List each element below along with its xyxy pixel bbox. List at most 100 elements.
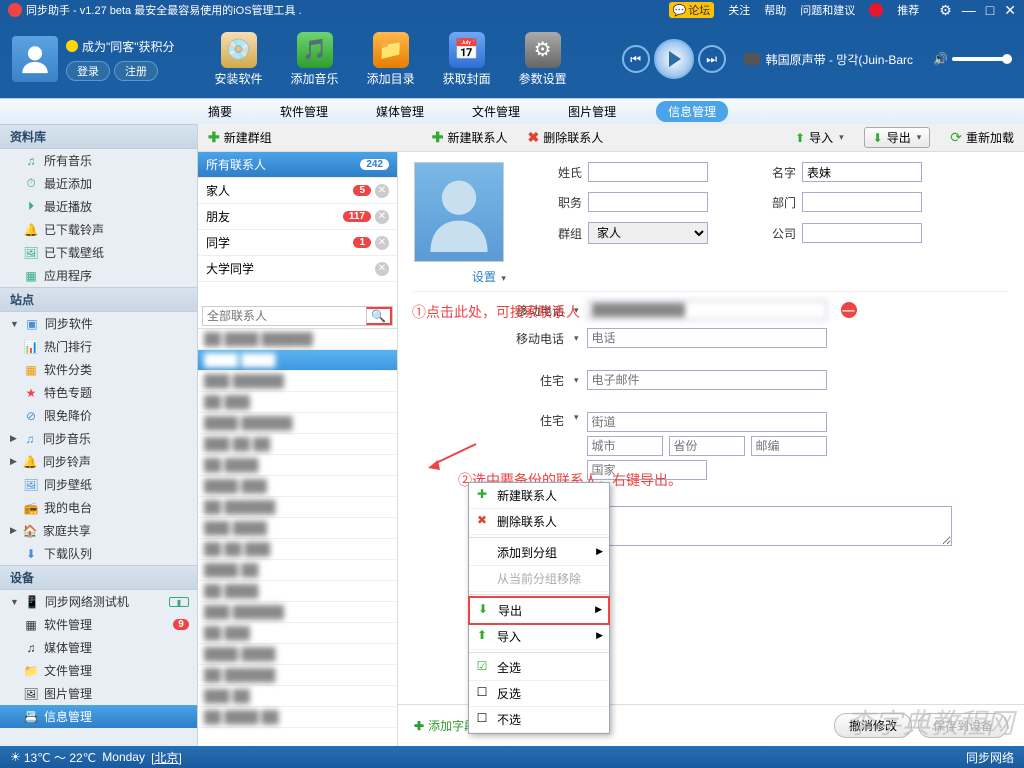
city-link[interactable]: [北京] [151, 749, 182, 766]
get-cover-button[interactable]: 📅获取封面 [443, 32, 491, 87]
sidebar-item-syncring[interactable]: ▶🔔同步铃声 [0, 450, 197, 473]
list-item[interactable]: ██ ███ [198, 392, 397, 413]
surname-input[interactable] [588, 162, 708, 182]
search-button[interactable]: 🔍 [366, 307, 392, 325]
sidebar-item-special[interactable]: ★特色专题 [0, 381, 197, 404]
list-item[interactable]: ██ ████ ██████ [198, 329, 397, 350]
recommend-link[interactable]: 推荐 [897, 2, 919, 18]
delete-group-icon[interactable]: ✕ [375, 236, 389, 250]
new-contact-button[interactable]: ✚新建联系人 [432, 129, 508, 146]
list-item[interactable]: ████ ███ [198, 476, 397, 497]
login-button[interactable]: 登录 [66, 61, 110, 81]
volume-icon[interactable]: 🔊 [933, 52, 948, 66]
list-item[interactable]: ███ ██ ██ [198, 434, 397, 455]
list-item[interactable]: ███ ██████ [198, 602, 397, 623]
ctx-select-all[interactable]: ☑全选 [469, 655, 609, 681]
sidebar-item-hot[interactable]: 📊热门排行 [0, 335, 197, 358]
group-select[interactable]: 家人 [588, 222, 708, 244]
ctx-select-invert[interactable]: ☐反选 [469, 681, 609, 707]
ctx-export[interactable]: ⬇导出▶ [468, 596, 610, 625]
email-input[interactable] [587, 370, 827, 390]
follow-link[interactable]: 关注 [728, 2, 750, 18]
tab-picture[interactable]: 图片管理 [560, 101, 624, 122]
sidebar-item-device[interactable]: ▼📱同步网络测试机▮ [0, 590, 197, 613]
list-item[interactable]: ██ ███ [198, 623, 397, 644]
prev-track-button[interactable]: ⏮ [622, 45, 650, 73]
group-college[interactable]: 大学同学✕ [198, 256, 397, 282]
list-item[interactable]: ██ ████ [198, 455, 397, 476]
sidebar-item-dlqueue[interactable]: ⬇下载队列 [0, 542, 197, 565]
config-icon[interactable]: ⚙ [939, 2, 952, 19]
delete-contact-button[interactable]: ✖删除联系人 [528, 129, 604, 146]
mobile1-input[interactable] [587, 300, 827, 320]
add-directory-button[interactable]: 📁添加目录 [367, 32, 415, 87]
ctx-delete-contact[interactable]: ✖删除联系人 [469, 509, 609, 535]
sidebar-item-dev-file[interactable]: 📁文件管理 [0, 659, 197, 682]
settings-button[interactable]: ⚙参数设置 [519, 32, 567, 87]
contact-list[interactable]: ██ ████ ██████ ████ ████ ███ ██████ ██ █… [198, 328, 397, 746]
list-item[interactable]: ███ ██████ [198, 371, 397, 392]
cancel-button[interactable]: 撤消修改 [834, 713, 912, 738]
list-item[interactable]: ██ ██████ [198, 497, 397, 518]
reload-button[interactable]: ⟳重新加载 [950, 129, 1014, 146]
group-family[interactable]: 家人5✕ [198, 178, 397, 204]
sidebar-item-dev-pic[interactable]: 🖼图片管理 [0, 682, 197, 705]
list-item[interactable]: ██ ██ ███ [198, 539, 397, 560]
delete-group-icon[interactable]: ✕ [375, 262, 389, 276]
dept-input[interactable] [802, 192, 922, 212]
group-classmate[interactable]: 同学1✕ [198, 230, 397, 256]
sidebar-item-share[interactable]: ▶🏠家庭共享 [0, 519, 197, 542]
sidebar-item-allmusic[interactable]: ♫所有音乐 [0, 149, 197, 172]
install-software-button[interactable]: 💿安装软件 [215, 32, 263, 87]
country-input[interactable] [587, 460, 707, 480]
sidebar-item-syncwall[interactable]: 🖼同步壁纸 [0, 473, 197, 496]
close-button[interactable]: ✕ [1004, 2, 1016, 19]
city-input[interactable] [587, 436, 663, 456]
list-item[interactable]: ███ ████ [198, 518, 397, 539]
sidebar-item-dev-info[interactable]: 📇信息管理 [0, 705, 197, 728]
play-button[interactable] [654, 39, 694, 79]
new-group-button[interactable]: ✚新建群组 [208, 129, 272, 146]
group-all-contacts[interactable]: 所有联系人242 [198, 152, 397, 178]
ctx-import[interactable]: ⬆导入▶ [469, 624, 609, 650]
tab-media[interactable]: 媒体管理 [368, 101, 432, 122]
import-button[interactable]: ⬆导入▾ [795, 129, 844, 146]
list-item[interactable]: ██ ████ ██ [198, 707, 397, 728]
tab-file[interactable]: 文件管理 [464, 101, 528, 122]
sidebar-item-syncsoft[interactable]: ▼▣同步软件 [0, 312, 197, 335]
save-button[interactable]: 保存到设备 [918, 713, 1008, 738]
list-item[interactable]: ████ ██████ [198, 413, 397, 434]
sidebar-item-category[interactable]: ▦软件分类 [0, 358, 197, 381]
export-button[interactable]: ⬇导出▾ [864, 127, 931, 148]
user-avatar[interactable] [12, 36, 58, 82]
tab-software[interactable]: 软件管理 [272, 101, 336, 122]
sidebar-item-recentplay[interactable]: ⏵最近播放 [0, 195, 197, 218]
delete-field-button[interactable]: — [841, 302, 857, 318]
memo-input[interactable] [572, 506, 952, 546]
title-input[interactable] [588, 192, 708, 212]
volume-slider[interactable] [952, 57, 1012, 61]
ctx-select-none[interactable]: ☐不选 [469, 707, 609, 733]
add-music-button[interactable]: 🎵添加音乐 [291, 32, 339, 87]
list-item[interactable]: ███ ██ [198, 686, 397, 707]
sidebar-item-syncmusic[interactable]: ▶♫同步音乐 [0, 427, 197, 450]
sidebar-item-apps[interactable]: ▦应用程序 [0, 264, 197, 287]
settings-link[interactable]: 设置 ▾ [414, 262, 534, 291]
company-input[interactable] [802, 223, 922, 243]
contact-avatar[interactable] [414, 162, 504, 262]
mobile2-input[interactable] [587, 328, 827, 348]
tab-summary[interactable]: 摘要 [200, 101, 240, 122]
sidebar-item-dev-soft[interactable]: ▦软件管理9 [0, 613, 197, 636]
list-item[interactable]: ████ ████ [198, 350, 397, 371]
delete-group-icon[interactable]: ✕ [375, 210, 389, 224]
feedback-link[interactable]: 问题和建议 [800, 2, 855, 18]
next-track-button[interactable]: ⏭ [698, 45, 726, 73]
delete-group-icon[interactable]: ✕ [375, 184, 389, 198]
sidebar-item-dlwall[interactable]: 🖼已下载壁纸 [0, 241, 197, 264]
ctx-add-to-group[interactable]: 添加到分组▶ [469, 540, 609, 566]
forum-link[interactable]: 💬论坛 [669, 2, 715, 18]
list-item[interactable]: ████ ████ [198, 644, 397, 665]
province-input[interactable] [669, 436, 745, 456]
weibo-icon[interactable] [869, 3, 883, 17]
ctx-new-contact[interactable]: ✚新建联系人 [469, 483, 609, 509]
